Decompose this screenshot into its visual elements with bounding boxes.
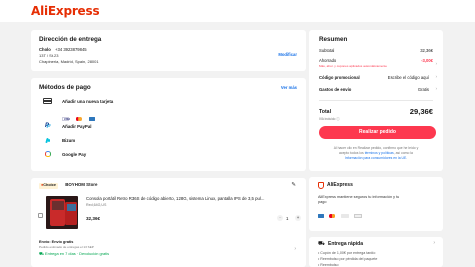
summary-title: Resumen — [319, 36, 348, 43]
promo-chevron-icon[interactable]: › — [436, 74, 438, 79]
promo-input[interactable]: Escribe el código aquí — [388, 75, 429, 80]
promo-row[interactable]: Código promocional Escribe el código aqu… — [319, 75, 433, 80]
total-value: 29,36€ — [409, 107, 433, 116]
shipping-fee-row[interactable]: Gastos de envío Gratis — [319, 87, 433, 92]
address-line-1: 13T / St.23 — [39, 53, 59, 58]
card-security-icon — [318, 213, 324, 219]
info-icon[interactable]: ⓘ — [336, 117, 339, 121]
product-price: 32,36€ — [86, 216, 101, 221]
shipping-chevron-icon[interactable]: › — [436, 86, 438, 91]
recipient-name: Cholo — [39, 47, 51, 52]
delivery-label: Entrega en 7 días · Devolución gratis — [45, 251, 110, 256]
payment-method-bizum[interactable]: Bizum — [39, 136, 298, 145]
store-product-card: ●Choice BOYHOM Store ✎ Consola portátil … — [31, 178, 306, 267]
payment-method-label: Google Pay — [62, 151, 87, 157]
total-label: Total — [319, 109, 332, 115]
product-checkbox[interactable] — [38, 213, 43, 218]
payment-title: Métodos de pago — [39, 84, 91, 91]
top-bar: AliExpress — [0, 0, 475, 22]
credit-card-icon — [43, 98, 52, 104]
tax-note: IVA incluido ⓘ — [319, 117, 340, 121]
subtotal-value: 32,36€ — [420, 48, 433, 53]
fast-delivery-chevron-icon[interactable]: › — [433, 240, 435, 246]
promo-label: Código promocional — [319, 75, 360, 80]
security-text: AliExpress mantiene seguros tu informaci… — [318, 195, 400, 204]
card-brands: VISA — [62, 108, 95, 121]
saved-label: Ahorrado — [319, 58, 337, 63]
fast-delivery-card: ⛟ Entrega rápida › • Cupón de 1,00€ por … — [309, 237, 443, 267]
place-order-button[interactable]: Realizar pedido — [319, 126, 436, 139]
modify-address-link[interactable]: Modificar — [278, 52, 297, 57]
fast-delivery-line-3: • Reembolso — [318, 263, 339, 267]
security-card: AliExpress AliExpress mantiene seguros t… — [309, 177, 443, 231]
aliexpress-logo[interactable]: AliExpress — [31, 4, 100, 18]
payment-method-google-pay[interactable]: Google Pay — [39, 150, 298, 159]
truck-icon: ⛟ — [39, 251, 44, 256]
payment-methods-card: Métodos de pago Ver más Añadir una nueva… — [31, 78, 306, 171]
choice-badge: ●Choice — [39, 183, 58, 189]
pci-icon — [341, 213, 350, 219]
payment-method-label: Bizum — [62, 137, 76, 143]
saved-value: -3,00€ — [421, 58, 433, 63]
payment-method-label: Añadir PayPal — [62, 123, 92, 129]
verified-icon — [354, 213, 363, 219]
subtotal-row: Subtotal 32,36€ — [319, 48, 433, 53]
quantity-stepper[interactable]: − 1 + — [277, 215, 301, 222]
legal-text: Al hacer clic en Realizar pedido, confir… — [317, 146, 435, 160]
store-name[interactable]: BOYHOM Store — [65, 182, 97, 187]
shipping-title: Dirección de entrega — [39, 36, 102, 43]
edit-note-icon[interactable]: ✎ — [291, 182, 296, 188]
mastercard-id-icon — [329, 214, 336, 219]
fast-delivery-title: Entrega rápida — [328, 241, 364, 247]
store-header: ●Choice BOYHOM Store — [39, 182, 97, 190]
truck-icon: ⛟ — [318, 241, 325, 247]
subtotal-label: Subtotal — [319, 48, 335, 53]
terms-link[interactable]: términos y políticas — [365, 151, 394, 155]
shield-icon — [318, 182, 324, 189]
amex-icon — [88, 116, 95, 121]
see-more-link[interactable]: Ver más — [281, 85, 297, 90]
recipient-phone: +34 3923879845 — [55, 47, 87, 52]
mastercard-icon — [75, 117, 82, 122]
product-variant[interactable]: Red,64G,US — [86, 203, 106, 207]
product-image[interactable] — [46, 196, 78, 229]
shipping-estimate: Pedido estimado de entregas el 13 SEP — [39, 245, 94, 249]
product-title[interactable]: Consola portátil Retro R36S de código ab… — [86, 196, 301, 201]
order-summary-card: Resumen Subtotal 32,36€ Ahorrado -3,00€ … — [309, 30, 443, 171]
saved-note: Más, ahor. y cupones aplicados automátic… — [319, 64, 387, 68]
paypal-icon: P P — [43, 122, 52, 130]
bizum-icon — [43, 137, 52, 143]
shipping-fee-value: Gratis — [417, 87, 429, 92]
address-line-2: Chapineria, Madrid, Spain, 28001 — [39, 59, 99, 64]
saved-chevron-icon[interactable]: › — [436, 61, 438, 66]
shipping-cost-label: Envío: Envío gratis — [39, 240, 74, 244]
fast-delivery-line-1: • Cupón de 1,00€ por entrega tardío — [318, 251, 376, 255]
google-pay-icon — [43, 151, 52, 157]
quantity-value[interactable]: 1 — [286, 216, 288, 221]
recipient-line: Cholo +34 3923879845 — [39, 47, 87, 52]
saved-row[interactable]: Ahorrado -3,00€ — [319, 58, 433, 63]
payment-method-label: Añadir una nueva tarjeta — [62, 98, 114, 104]
increase-button[interactable]: + — [295, 215, 301, 221]
security-title: AliExpress — [327, 182, 353, 188]
security-badges — [318, 213, 363, 220]
summary-divider — [319, 100, 433, 101]
decrease-button[interactable]: − — [277, 215, 283, 221]
fast-delivery-line-2: • Reembolso por pérdida del paquete — [318, 257, 378, 261]
eu-info-link[interactable]: Información para consumidores en la UE. — [317, 156, 435, 161]
shipping-fee-label: Gastos de envío — [319, 87, 352, 92]
delivery-info: ⛟ Entrega en 7 días · Devolución gratis — [39, 251, 109, 257]
payment-method-paypal[interactable]: P P Añadir PayPal — [39, 122, 298, 131]
visa-icon: VISA — [62, 116, 71, 121]
payment-method-card[interactable]: Añadir una nueva tarjeta — [39, 97, 298, 106]
chevron-right-icon[interactable]: › — [294, 246, 296, 252]
shipping-address-card: Dirección de entrega Cholo +34 392387984… — [31, 30, 306, 71]
